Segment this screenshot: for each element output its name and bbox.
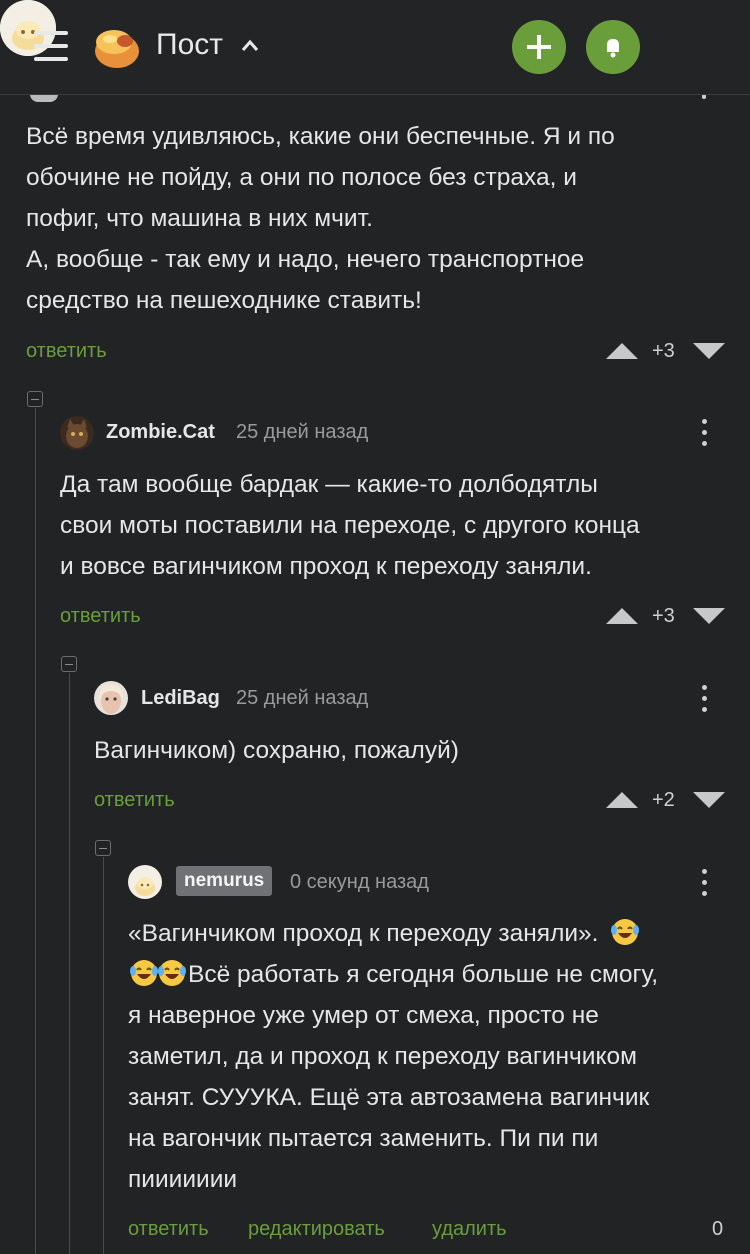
upvote-icon[interactable] <box>606 608 638 624</box>
avatar[interactable] <box>60 416 94 450</box>
more-options-icon[interactable] <box>702 419 708 447</box>
comment-score: +2 <box>652 789 675 811</box>
zombie-cat-avatar-image <box>60 416 94 450</box>
comment-line: средство на пешеходнике ставить! <box>26 287 422 314</box>
comment-time: 25 дней назад <box>236 421 369 443</box>
laughing-emoji-icon <box>611 919 640 945</box>
hamburger-icon[interactable] <box>34 31 68 61</box>
comment-line: Да там вообще бардак — какие-то долбодят… <box>60 471 598 498</box>
comment-line: я наверное уже умер от смеха, просто не <box>128 1002 599 1029</box>
upvote-icon[interactable] <box>606 792 638 808</box>
comment-line: пофиг, что машина в них мчит. <box>26 205 373 232</box>
downvote-icon[interactable] <box>693 608 725 624</box>
delete-link[interactable]: удалить <box>432 1218 507 1241</box>
reply-link[interactable]: ответить <box>94 789 175 812</box>
thread-line <box>103 857 104 1254</box>
reply-link[interactable]: ответить <box>128 1218 209 1241</box>
comment-line: и вовсе вагинчиком проход к переходу зан… <box>60 553 592 580</box>
comment-text: Вагинчиком) сохраню, пожалуй) <box>94 730 724 771</box>
notifications-button[interactable] <box>586 20 640 74</box>
comment-username[interactable]: LediBag <box>141 687 220 710</box>
previous-comment-avatar-fragment <box>30 94 58 102</box>
chevron-up-icon[interactable] <box>240 36 260 56</box>
edit-link[interactable]: редактировать <box>248 1218 385 1241</box>
comment-text: Всё время удивляюсь, какие они беспечные… <box>26 116 726 321</box>
avatar[interactable] <box>94 681 128 715</box>
thread-line <box>69 673 70 1254</box>
bell-icon <box>607 39 619 58</box>
comment-line: пиииииии <box>128 1166 238 1193</box>
comment-line: занят. СУУУКА. Ещё эта автозамена вагинч… <box>128 1084 650 1111</box>
comment-line: заметил, да и проход к переходу вагинчик… <box>128 1043 637 1070</box>
comment-line-with-emoji: «Вагинчиком проход к переходу заняли». <box>128 913 728 954</box>
comment-time: 25 дней назад <box>236 687 369 709</box>
thread-line <box>35 408 36 1254</box>
comment-line: обочине не пойду, а они по полосе без ст… <box>26 164 577 191</box>
comment-username-badge[interactable]: nemurus <box>176 866 273 896</box>
comment-text: «Вагинчиком проход к переходу заняли». В… <box>128 913 728 1200</box>
collapse-thread-button[interactable] <box>61 656 77 672</box>
nemurus-avatar-image <box>128 865 162 899</box>
comment-score: 0 <box>712 1218 724 1240</box>
more-options-icon[interactable] <box>702 869 708 897</box>
comment-line: А, вообще - так ему и надо, нечего транс… <box>26 246 585 273</box>
upvote-icon[interactable] <box>606 343 638 359</box>
laughing-emoji-icon <box>158 960 186 986</box>
page-title[interactable]: Пост <box>156 28 223 62</box>
comment-line: Вагинчиком) сохраню, пожалуй) <box>94 737 459 764</box>
avatar[interactable] <box>128 865 162 899</box>
ledibag-avatar-image <box>94 681 128 715</box>
comment-line: «Вагинчиком проход к переходу заняли». <box>128 920 599 947</box>
downvote-icon[interactable] <box>693 792 725 808</box>
site-logo-icon[interactable] <box>90 20 142 72</box>
comment-score: +3 <box>652 340 675 362</box>
reply-link[interactable]: ответить <box>26 340 107 363</box>
comment-text: Да там вообще бардак — какие-то долбодят… <box>60 464 730 587</box>
comment-line: на вагончик пытается заменить. Пи пи пи <box>128 1125 599 1152</box>
more-options-icon[interactable] <box>702 685 708 713</box>
comment-line: свои моты поставили на переходе, с друго… <box>60 512 640 539</box>
collapse-thread-button[interactable] <box>27 391 43 407</box>
plus-icon <box>527 35 551 59</box>
reply-link[interactable]: ответить <box>60 605 141 628</box>
comment-time: 0 секунд назад <box>290 871 429 893</box>
comment-username[interactable]: Zombie.Cat <box>106 421 215 444</box>
collapse-thread-button[interactable] <box>95 840 111 856</box>
add-post-button[interactable] <box>512 20 566 74</box>
downvote-icon[interactable] <box>693 343 725 359</box>
comment-score: +3 <box>652 605 675 627</box>
top-bar: Пост <box>0 0 750 95</box>
comment-line: Всё время удивляюсь, какие они беспечные… <box>26 123 615 150</box>
comment-line: Всё работать я сегодня больше не смогу, <box>188 961 659 988</box>
comment-line-with-emoji: Всё работать я сегодня больше не смогу, <box>128 954 728 995</box>
